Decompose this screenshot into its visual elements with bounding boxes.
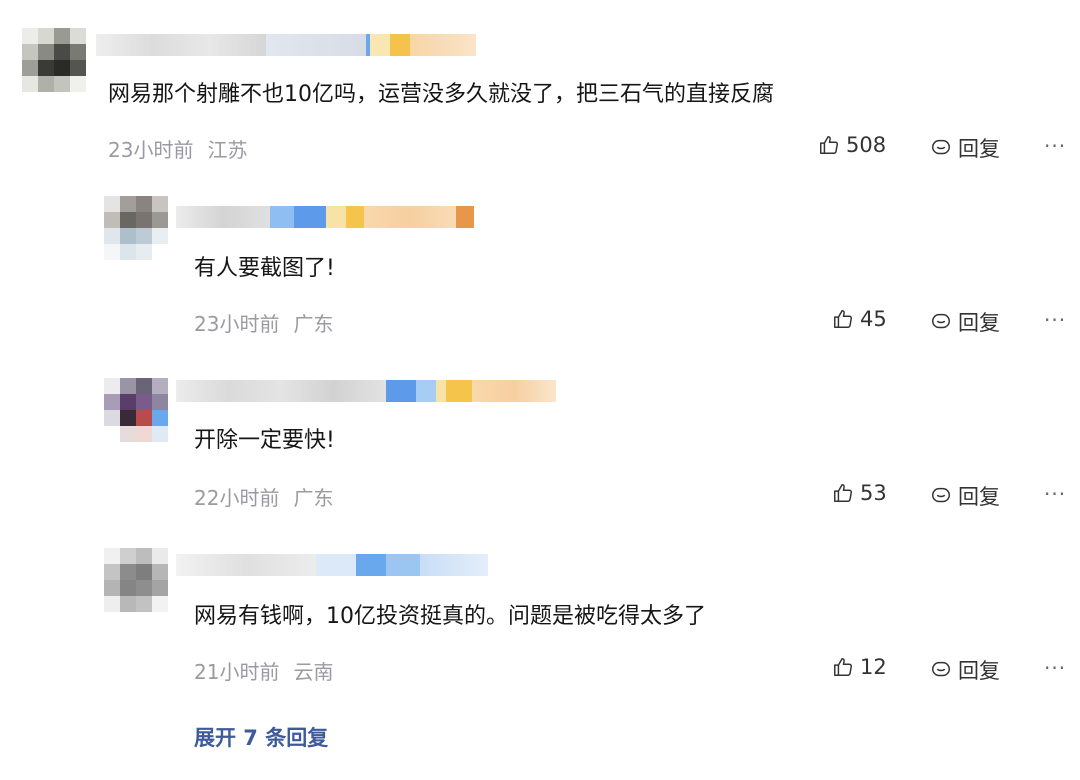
comment-time: 21小时前 [194, 660, 280, 684]
thumbs-up-icon [820, 136, 838, 154]
comment-meta: 23小时前 广东 [194, 308, 333, 337]
reply-button[interactable]: 回复 [930, 307, 1000, 337]
speech-bubble-icon [932, 139, 950, 155]
avatar[interactable] [104, 196, 176, 268]
more-dots-icon[interactable]: ··· [1044, 134, 1066, 158]
more-dots-icon[interactable]: ··· [1044, 656, 1066, 680]
reply-button[interactable]: 回复 [930, 481, 1000, 511]
reply-label: 回复 [958, 311, 1000, 335]
avatar[interactable] [104, 378, 176, 450]
like-button[interactable]: 45 [832, 307, 887, 331]
username-blurred[interactable] [176, 206, 326, 228]
like-button[interactable]: 508 [818, 133, 886, 157]
like-count: 12 [860, 655, 887, 679]
avatar[interactable] [22, 28, 94, 100]
more-dots-icon[interactable]: ··· [1044, 482, 1066, 506]
comment-time: 23小时前 [108, 138, 194, 162]
expand-replies-link[interactable]: 展开 7 条回复 [194, 722, 328, 752]
comment-text: 网易有钱啊，10亿投资挺真的。问题是被吃得太多了 [194, 604, 706, 629]
speech-bubble-icon [932, 313, 950, 329]
thumbs-up-icon [834, 310, 852, 328]
reply-button[interactable]: 回复 [930, 133, 1000, 163]
user-badge-blurred [436, 380, 556, 402]
reply-label: 回复 [958, 137, 1000, 161]
reply-button[interactable]: 回复 [930, 655, 1000, 685]
username-blurred[interactable] [176, 380, 436, 402]
comment-location: 广东 [293, 312, 334, 336]
comment-text: 有人要截图了! [194, 256, 335, 281]
like-count: 53 [860, 481, 887, 505]
speech-bubble-icon [932, 487, 950, 503]
like-button[interactable]: 12 [832, 655, 887, 679]
comment-text: 网易那个射雕不也10亿吗，运营没多久就没了，把三石气的直接反腐 [108, 82, 774, 107]
comment-location: 云南 [293, 660, 334, 684]
thumbs-up-icon [834, 484, 852, 502]
avatar[interactable] [104, 548, 176, 620]
user-badge-blurred [370, 34, 476, 56]
thumbs-up-icon [834, 658, 852, 676]
comment-meta: 23小时前 江苏 [108, 134, 247, 163]
comment-location: 广东 [293, 486, 334, 510]
reply-label: 回复 [958, 659, 1000, 683]
comment-text: 开除一定要快! [194, 428, 335, 453]
user-badge-blurred [326, 206, 474, 228]
comment-location: 江苏 [207, 138, 248, 162]
comment-meta: 22小时前 广东 [194, 482, 333, 511]
like-count: 508 [846, 133, 887, 157]
reply-label: 回复 [958, 485, 1000, 509]
like-button[interactable]: 53 [832, 481, 887, 505]
comment-time: 23小时前 [194, 312, 280, 336]
comment-time: 22小时前 [194, 486, 280, 510]
more-dots-icon[interactable]: ··· [1044, 308, 1066, 332]
like-count: 45 [860, 307, 887, 331]
comment-meta: 21小时前 云南 [194, 656, 333, 685]
speech-bubble-icon [932, 661, 950, 677]
username-blurred[interactable] [176, 554, 488, 576]
